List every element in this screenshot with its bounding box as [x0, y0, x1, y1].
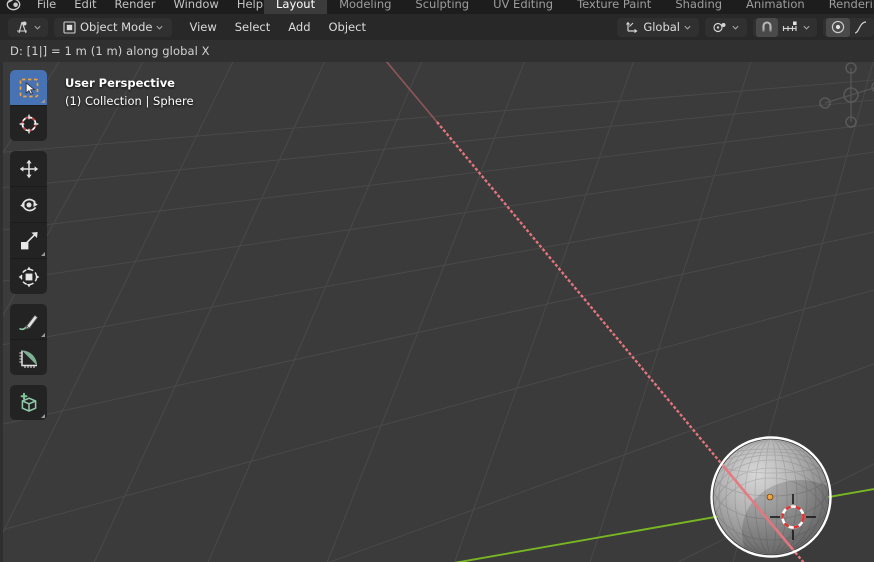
menu-edit[interactable]: Edit [65, 0, 105, 11]
snap-magnet-toggle[interactable] [756, 17, 778, 37]
editor-type-button[interactable] [10, 18, 46, 37]
falloff-curve-icon [854, 20, 867, 34]
scale-icon [20, 231, 38, 249]
orientation-axes-icon [626, 21, 638, 33]
toolbar-group-annotate [10, 304, 47, 375]
blender-logo-icon[interactable] [4, 0, 24, 11]
toolbar-group-transform [10, 151, 47, 294]
proportional-editing-icon [831, 20, 845, 34]
viewport-menu-view[interactable]: View [180, 14, 225, 40]
operator-status-text: D: [1|] = 1 m (1 m) along global X [10, 44, 210, 58]
chevron-down-icon [803, 25, 810, 30]
tab-uv-editing[interactable]: UV Editing [481, 0, 565, 14]
viewport-header-right-tools: Global [611, 17, 874, 37]
editor-type-3d-viewport-icon [17, 21, 27, 33]
toolbar-group-add [10, 385, 47, 420]
menu-window[interactable]: Window [164, 0, 227, 11]
tool-subtools-indicator [41, 252, 45, 256]
viewport-menu-add[interactable]: Add [279, 14, 319, 40]
pivot-point-dropdown[interactable] [705, 17, 747, 37]
tool-move[interactable] [10, 151, 47, 187]
tab-animation[interactable]: Animation [734, 0, 817, 14]
transform-orientation-dropdown[interactable]: Global [617, 17, 699, 37]
tool-cursor[interactable] [10, 106, 47, 141]
transform-orientation-button[interactable]: Global [620, 18, 696, 37]
operator-status-bar: D: [1|] = 1 m (1 m) along global X [0, 40, 874, 62]
orientation-label: Global [643, 20, 680, 34]
menu-file[interactable]: File [28, 0, 65, 11]
tool-annotate[interactable] [10, 304, 47, 340]
viewport-menu-select[interactable]: Select [226, 14, 279, 40]
navigation-gizmo[interactable] [812, 62, 874, 134]
tool-subtools-indicator [41, 333, 45, 337]
tab-sculpting[interactable]: Sculpting [403, 0, 481, 14]
object-mode-button[interactable]: Object Mode [58, 18, 168, 37]
proportional-editing-group [823, 17, 874, 37]
workspace-tabs: Layout Modeling Sculpting UV Editing Tex… [264, 0, 874, 14]
magnet-icon [762, 21, 772, 32]
object-origin-dot [766, 493, 774, 501]
3d-viewport[interactable]: User Perspective (1) Collection | Sphere [0, 62, 874, 562]
app-menu-row: File Edit Render Window Help [0, 0, 272, 14]
tab-texture-paint[interactable]: Texture Paint [565, 0, 663, 14]
viewport-header: Object Mode View Select Add Object Globa… [0, 14, 874, 41]
mode-label: Object Mode [80, 20, 153, 34]
tab-layout[interactable]: Layout [264, 0, 328, 14]
snapping-group [753, 17, 817, 37]
select-box-icon [19, 78, 38, 97]
tab-shading[interactable]: Shading [663, 0, 734, 14]
tool-subtools-indicator [41, 414, 45, 418]
cursor-3d-icon [19, 114, 38, 133]
object-mode-icon [63, 20, 76, 34]
snap-increment-icon [782, 21, 797, 31]
annotate-pencil-icon [18, 314, 38, 330]
measure-ruler-icon [18, 350, 37, 368]
viewport-scene [0, 62, 874, 562]
chevron-down-icon [684, 25, 691, 30]
tool-select-box[interactable] [10, 70, 47, 106]
tool-subtools-indicator [41, 99, 45, 103]
rotate-icon [19, 198, 38, 211]
pivot-point-icon [713, 22, 726, 32]
tool-add-cube[interactable] [10, 385, 47, 420]
tool-measure[interactable] [10, 340, 47, 375]
viewport-menu-object[interactable]: Object [320, 14, 375, 40]
snap-target-dropdown[interactable] [778, 18, 814, 37]
toolbar-group-select [10, 70, 47, 141]
viewport-toolbar [10, 70, 47, 430]
top-bar: File Edit Render Window Help Layout Mode… [0, 0, 874, 14]
menu-render[interactable]: Render [106, 0, 165, 11]
interaction-mode-dropdown[interactable]: Object Mode [54, 17, 173, 37]
proportional-falloff-dropdown[interactable] [850, 18, 871, 37]
chevron-down-icon [732, 25, 739, 30]
editor-type-selector[interactable] [8, 17, 48, 37]
move-icon [19, 159, 38, 178]
tool-scale[interactable] [10, 223, 47, 259]
viewport-left-edge [0, 62, 3, 562]
chevron-down-icon [34, 25, 41, 30]
tool-transform[interactable] [10, 259, 47, 294]
tool-rotate[interactable] [10, 187, 47, 223]
transform-icon [18, 266, 39, 287]
chevron-down-icon [157, 25, 163, 30]
pivot-point-button[interactable] [708, 18, 744, 37]
proportional-editing-toggle[interactable] [826, 17, 850, 37]
tab-rendering[interactable]: Rendering [817, 0, 874, 14]
add-cube-icon [20, 392, 36, 412]
tab-modeling[interactable]: Modeling [327, 0, 403, 14]
